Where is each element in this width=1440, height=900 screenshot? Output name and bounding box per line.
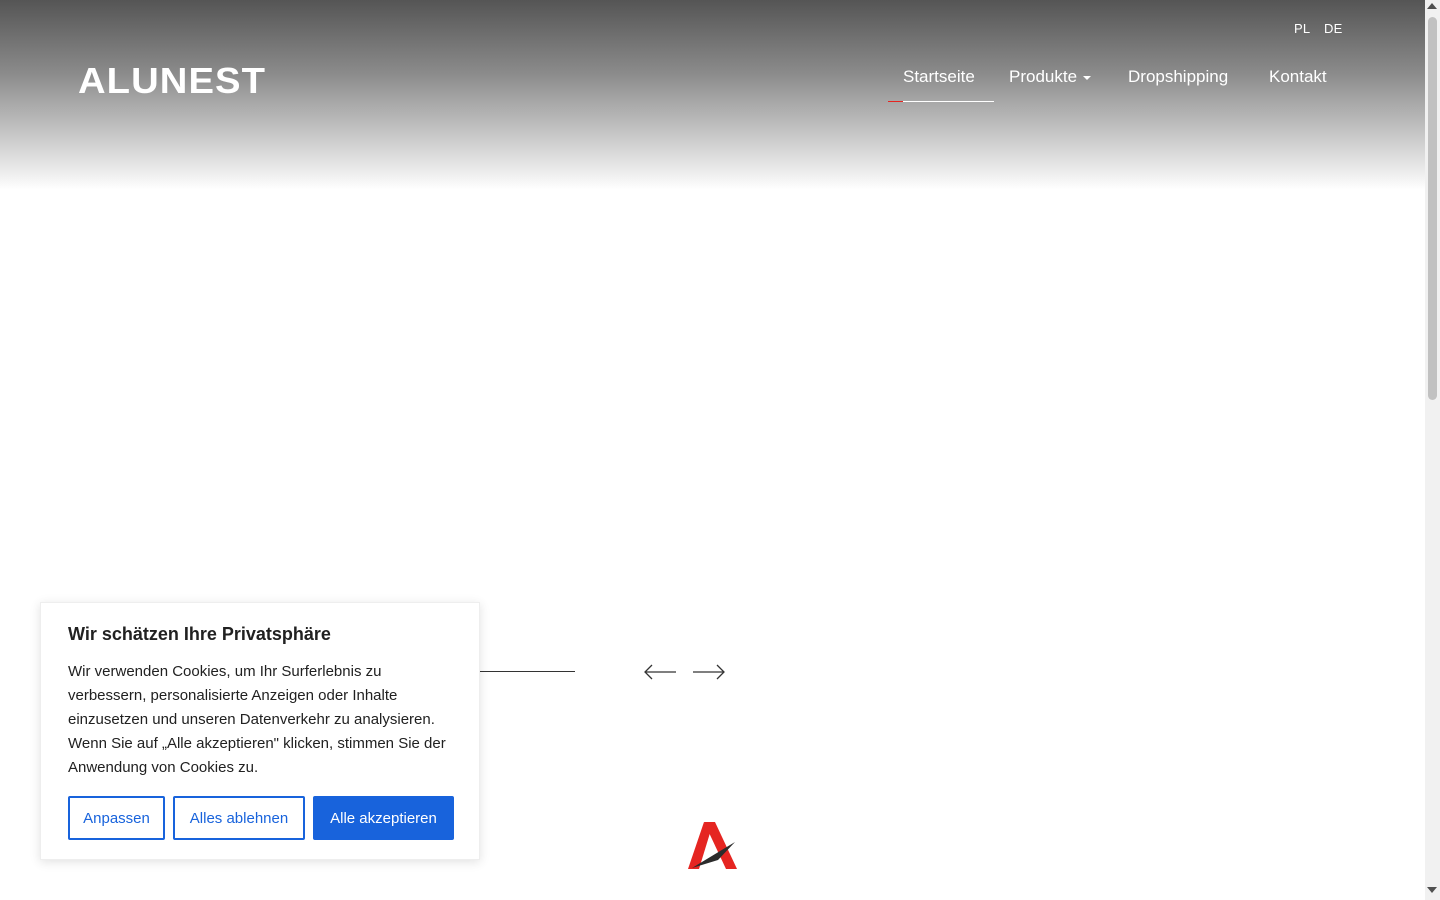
brand-mark-icon <box>688 822 737 869</box>
scroll-down-icon[interactable] <box>1427 887 1437 893</box>
arrow-right-icon[interactable] <box>692 662 726 682</box>
scroll-up-icon[interactable] <box>1427 3 1437 9</box>
caret-down-icon <box>1083 75 1092 80</box>
active-indicator-line <box>903 101 994 102</box>
reject-all-button[interactable]: Alles ablehnen <box>173 796 305 840</box>
active-indicator-accent <box>888 101 903 102</box>
alunest-logo[interactable]: ALUNEST <box>78 62 268 96</box>
scrollbar-thumb[interactable] <box>1428 17 1437 400</box>
nav-item-produkte-label: Produkte <box>1009 67 1078 86</box>
nav-item-startseite[interactable]: Startseite <box>903 67 975 87</box>
nav-item-produkte[interactable]: Produkte <box>1009 67 1092 87</box>
language-de-link[interactable]: DE <box>1324 21 1342 36</box>
nav-item-dropshipping[interactable]: Dropshipping <box>1128 67 1228 87</box>
site-header: ALUNEST PL DE Startseite Produkte Dropsh… <box>0 0 1425 190</box>
language-pl-link[interactable]: PL <box>1294 21 1310 36</box>
slider-progress-line <box>478 671 575 672</box>
accept-all-button[interactable]: Alle akzeptieren <box>313 796 454 840</box>
cookie-banner-text: Wir verwenden Cookies, um Ihr Surferlebn… <box>68 663 446 776</box>
arrow-left-icon[interactable] <box>643 662 677 682</box>
cookie-banner-title: Wir schätzen Ihre Privatsphäre <box>68 624 331 644</box>
cookie-consent-banner: Wir schätzen Ihre Privatsphäre Wir verwe… <box>40 602 480 860</box>
nav-item-kontakt[interactable]: Kontakt <box>1269 67 1327 87</box>
svg-text:ALUNEST: ALUNEST <box>78 62 266 96</box>
customize-button[interactable]: Anpassen <box>68 796 165 840</box>
